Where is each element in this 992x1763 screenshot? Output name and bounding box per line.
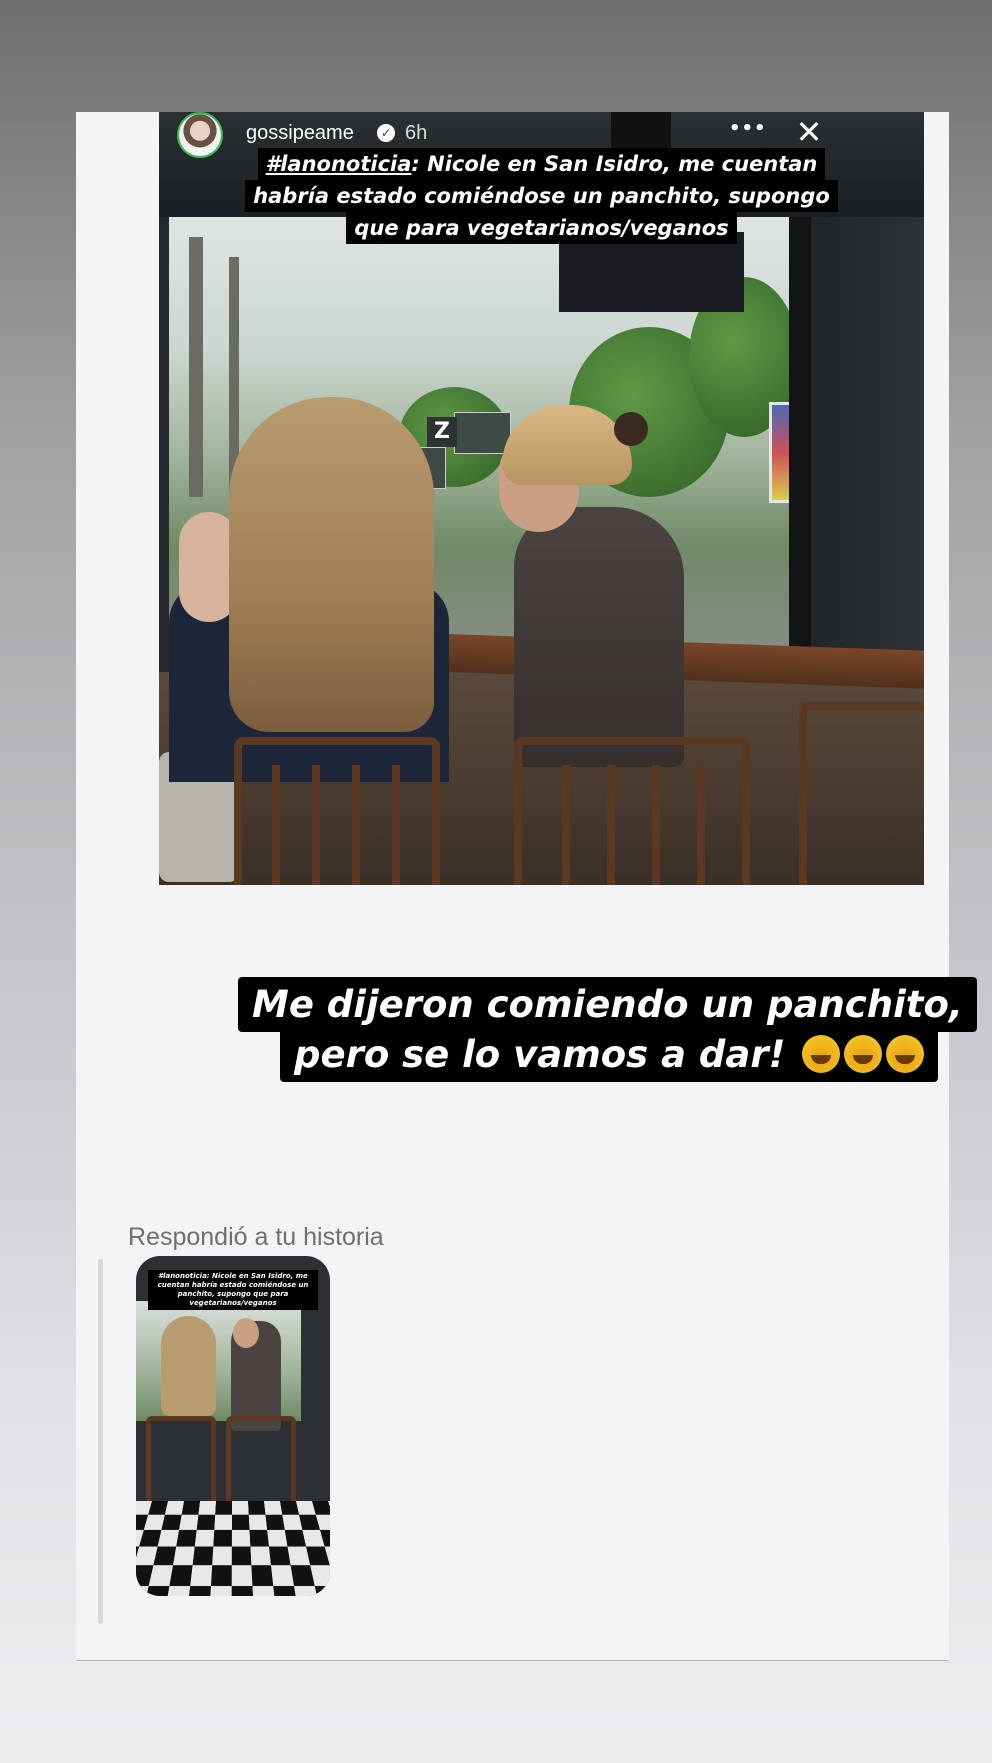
window-frame [789,217,811,657]
dm-card: Z gossipeame ✓ 6h ••• ✕ #lanonoticia: Ni… [76,112,977,1661]
chair [799,702,924,885]
tears-of-joy-emoji-icon [844,1035,883,1073]
story-thumbnail[interactable]: #lanonoticia: Nicole en San Isidro, me c… [136,1256,330,1596]
story-screenshot[interactable]: Z gossipeame ✓ 6h ••• ✕ #lanonoticia: Ni… [159,112,924,885]
tree-trunk [189,237,203,497]
street-sign-arrow: Z [427,417,457,447]
thumb-checkered-floor [136,1501,330,1596]
rolling-laughing-emoji-icon [802,1035,841,1073]
reply-line-2: pero se lo vamos a dar! [280,1027,939,1082]
replied-to-story-label: Respondió a tu historia [128,1223,384,1251]
story-caption: #lanonoticia: Nicole en San Isidro, me c… [159,148,924,244]
caption-line-1: #lanonoticia: Nicole en San Isidro, me c… [257,148,826,180]
chair [234,737,440,885]
username[interactable]: gossipeame [246,122,354,145]
more-horizontal-icon[interactable]: ••• [729,118,767,139]
street-sign [454,412,511,454]
verified-badge-icon: ✓ [377,124,395,142]
quote-bar [98,1259,103,1624]
thumb-person-right-head [233,1318,259,1348]
person-right-hair-bun [614,412,648,446]
thumb-person-left [161,1316,216,1416]
hashtag[interactable]: #lanonoticia [266,152,412,176]
chair [514,737,750,885]
story-time: 6h [405,122,428,144]
caption-line-2: habría estado comiéndose un panchito, su… [245,180,838,212]
thumb-caption: #lanonoticia: Nicole en San Isidro, me c… [148,1270,318,1310]
rolling-laughing-emoji-icon [886,1035,925,1073]
close-icon[interactable]: ✕ [789,112,829,152]
caption-line-3: que para vegetarianos/veganos [346,212,737,244]
reply-line-1: Me dijeron comiendo un panchito, [238,977,977,1032]
person-left-hair [229,397,434,732]
tv-screen [559,232,744,312]
person-right-jacket [514,507,684,767]
